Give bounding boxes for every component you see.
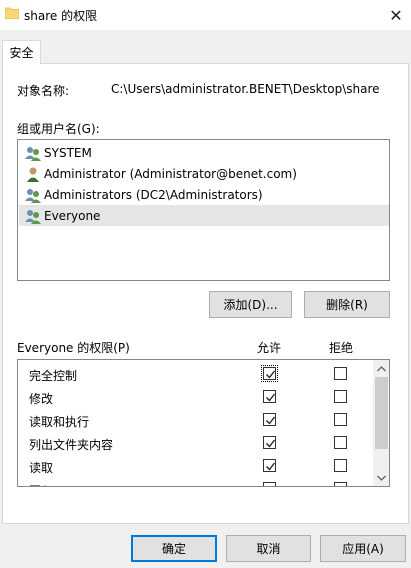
object-name-value: C:\Users\administrator.BENET\Desktop\sha…: [111, 82, 380, 96]
list-item-label: Administrators (DC2\Administrators): [44, 187, 263, 202]
permission-label: 列出文件夹内容: [29, 438, 114, 452]
allow-checkbox[interactable]: [263, 482, 276, 486]
list-item-label: SYSTEM: [44, 145, 92, 160]
user-icon: [27, 167, 39, 182]
ok-button-label: 确定: [161, 542, 186, 556]
permissions-label: Everyone 的权限(P): [17, 341, 130, 355]
add-button[interactable]: 添加(D)...: [209, 291, 292, 318]
check-icon: [266, 462, 276, 471]
permission-row-write: 写入: [18, 478, 373, 486]
folder-icon: [5, 7, 19, 19]
apply-button-label: 应用(A): [342, 542, 384, 556]
allow-checkbox[interactable]: [263, 436, 276, 449]
permission-label: 修改: [29, 392, 54, 406]
check-icon: [266, 370, 276, 379]
permission-row-read-execute: 读取和执行: [18, 409, 373, 432]
list-item-system[interactable]: SYSTEM: [19, 142, 389, 163]
permission-label: 写入: [29, 482, 53, 486]
tab-security-label: 安全: [9, 46, 34, 60]
check-icon: [266, 416, 276, 425]
users-listbox[interactable]: SYSTEM Administrator (Administrator@bene…: [17, 139, 390, 281]
deny-header: 拒绝: [329, 341, 354, 355]
deny-checkbox[interactable]: [334, 390, 347, 403]
group-icon: [25, 188, 41, 203]
permission-row-list-folder: 列出文件夹内容: [18, 432, 373, 455]
permission-row-modify: 修改: [18, 386, 373, 409]
remove-button-label: 删除(R): [326, 298, 368, 312]
close-button[interactable]: ✕: [381, 0, 411, 30]
deny-checkbox[interactable]: [334, 367, 347, 380]
tab-security[interactable]: 安全: [2, 40, 41, 64]
apply-button[interactable]: 应用(A): [320, 535, 406, 562]
list-item-administrator[interactable]: Administrator (Administrator@benet.com): [19, 163, 389, 184]
list-item-label: Everyone: [44, 208, 101, 223]
permission-label: 读取和执行: [29, 415, 90, 429]
list-item-label: Administrator (Administrator@benet.com): [44, 166, 297, 181]
users-label: 组或用户名(G):: [17, 122, 100, 136]
cancel-button-label: 取消: [256, 542, 281, 556]
permissions-scrollbar[interactable]: [373, 360, 389, 486]
permission-label: 读取: [29, 461, 54, 475]
group-icon: [25, 209, 41, 224]
permissions-list: 完全控制 修改 读取和执行 列出文件夹内容 读取 写入: [17, 359, 390, 487]
deny-checkbox[interactable]: [334, 482, 347, 486]
check-icon: [266, 439, 276, 448]
cancel-button[interactable]: 取消: [226, 535, 311, 562]
deny-checkbox[interactable]: [334, 413, 347, 426]
permission-row-full-control: 完全控制: [18, 363, 373, 386]
scroll-down-icon[interactable]: [373, 469, 389, 486]
scrollbar-thumb[interactable]: [375, 377, 388, 449]
add-button-label: 添加(D)...: [223, 298, 278, 312]
remove-button[interactable]: 删除(R): [304, 291, 390, 318]
allow-header: 允许: [257, 341, 282, 355]
deny-checkbox[interactable]: [334, 436, 347, 449]
list-item-administrators[interactable]: Administrators (DC2\Administrators): [19, 184, 389, 205]
window-title: share 的权限: [24, 9, 98, 23]
check-icon: [273, 485, 275, 486]
allow-checkbox[interactable]: [263, 367, 276, 380]
object-name-label: 对象名称:: [17, 84, 70, 98]
allow-checkbox[interactable]: [263, 459, 276, 472]
close-icon: ✕: [389, 5, 403, 25]
list-item-everyone[interactable]: Everyone: [19, 205, 389, 226]
ok-button[interactable]: 确定: [131, 535, 217, 562]
permission-label: 完全控制: [29, 369, 78, 383]
title-bar: share 的权限 ✕: [0, 0, 411, 30]
check-icon: [266, 393, 276, 402]
allow-checkbox[interactable]: [263, 413, 276, 426]
deny-checkbox[interactable]: [334, 459, 347, 472]
permission-row-read: 读取: [18, 455, 373, 478]
group-icon: [25, 146, 41, 161]
scroll-up-icon[interactable]: [373, 360, 389, 377]
allow-checkbox[interactable]: [263, 390, 276, 403]
